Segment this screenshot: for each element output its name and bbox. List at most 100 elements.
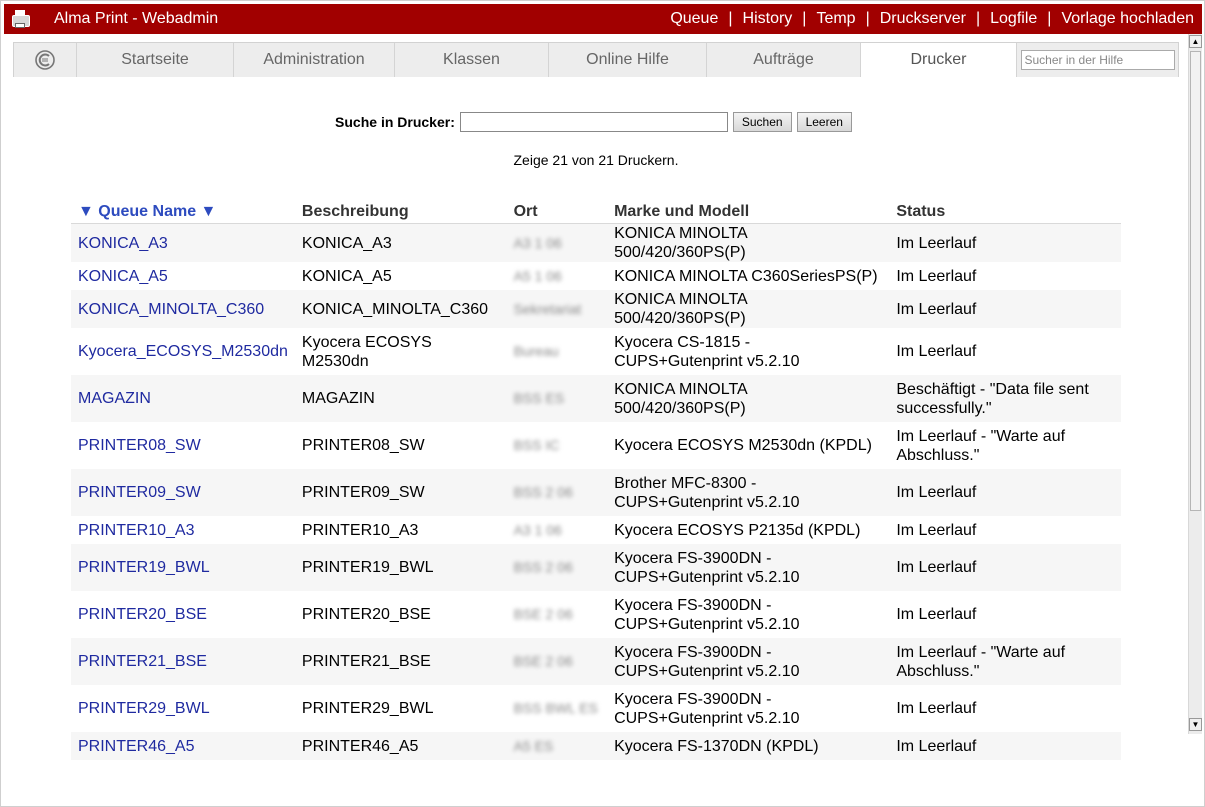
top-navigation: Queue | History | Temp | Druckserver | Logfile | V… (670, 10, 1202, 28)
tab-auftraege[interactable]: Aufträge (707, 43, 861, 77)
printer-icon (10, 9, 32, 29)
tab-klassen[interactable]: Klassen (395, 43, 549, 77)
queue-name-link[interactable]: PRINTER09_SW (71, 469, 295, 516)
table-row: PRINTER21_BSE PRINTER21_BSE BSE 2 06 Kyocer… (71, 638, 1121, 685)
status-cell: Im Leerlauf (896, 521, 977, 539)
location-cell: BSS 2 06 (507, 469, 607, 516)
queue-name-link[interactable]: KONICA_MINOLTA_C360 (71, 290, 295, 328)
status-cell: Im Leerlauf - "Warte auf Abschluss." (896, 427, 1066, 464)
location-value: A3 1 06 (513, 234, 562, 251)
description-cell: PRINTER19_BWL (301, 559, 434, 576)
queue-name-link[interactable]: PRINTER08_SW (71, 422, 295, 469)
app-title: Alma Print - Webadmin (54, 10, 219, 27)
nav-link-queue[interactable]: Queue (670, 10, 718, 28)
tab-administration[interactable]: Administration (234, 43, 395, 77)
make-model-cell: Kyocera FS-1370DN (KPDL) (614, 737, 819, 755)
location-cell: BSS ES (507, 375, 607, 422)
result-count: Zeige 21 von 21 Druckern. (513, 152, 679, 168)
nav-link-vorlage-hochladen[interactable]: Vorlage hochladen (1061, 10, 1194, 28)
queue-name-link[interactable]: KONICA_A5 (71, 262, 295, 290)
nav-separator: | (975, 10, 981, 27)
description-cell: PRINTER08_SW (301, 437, 425, 454)
search-button[interactable]: Suchen (732, 112, 792, 132)
nav-link-temp[interactable]: Temp (816, 10, 855, 28)
printer-search-input[interactable] (459, 112, 728, 132)
search-label: Suche in Drucker: (335, 114, 455, 130)
tab-bar: Startseite Administration Klassen Online… (13, 42, 1179, 77)
location-cell: BSE 2 06 (507, 591, 607, 638)
location-cell: Bureau (507, 328, 607, 375)
table-row: KONICA_A5 KONICA_A5 A5 1 06 KONICA MINOLTA … (71, 262, 1121, 290)
make-model-cell: KONICA MINOLTA C360SeriesPS(P) (614, 267, 878, 285)
table-row: KONICA_MINOLTA_C360 KONICA_MINOLTA_C360 Se… (71, 290, 1121, 328)
location-cell: A3 1 06 (507, 224, 607, 263)
make-model-cell: Brother MFC-8300 - CUPS+Gutenprint v5.2.… (614, 474, 800, 511)
location-cell: BSS IC (507, 422, 607, 469)
table-row: PRINTER19_BWL PRINTER19_BWL BSS 2 06 Kyocer… (71, 544, 1121, 591)
help-search-input[interactable] (1020, 50, 1175, 70)
status-cell: Im Leerlauf (896, 343, 977, 360)
vertical-scrollbar[interactable]: ▲ ▼ (1188, 34, 1202, 734)
nav-link-logfile[interactable]: Logfile (990, 10, 1037, 28)
status-cell: Im Leerlauf (896, 606, 977, 623)
table-row: Kyocera_ECOSYS_M2530dn Kyocera ECOSYS M25… (71, 328, 1121, 375)
scroll-down-icon[interactable]: ▼ (1189, 718, 1202, 731)
location-cell: Sekretariat (507, 290, 607, 328)
make-model-cell: KONICA MINOLTA 500/420/360PS(P) (614, 225, 747, 261)
description-cell: Kyocera ECOSYS M2530dn (301, 333, 432, 370)
description-cell: PRINTER21_BSE (301, 653, 431, 670)
scroll-up-icon[interactable]: ▲ (1189, 35, 1202, 48)
make-model-cell: Kyocera FS-3900DN - CUPS+Gutenprint v5.2… (614, 643, 800, 680)
location-value: BSS ES (513, 390, 565, 406)
nav-link-history[interactable]: History (743, 10, 793, 28)
browser-window: Alma Print - Webadmin Queue | History | Temp… (0, 0, 1205, 807)
column-header-status: Status (889, 197, 1121, 224)
queue-name-link[interactable]: PRINTER20_BSE (71, 591, 295, 638)
tab-drucker[interactable]: Drucker (861, 43, 1017, 77)
cups-logo-icon[interactable] (14, 43, 77, 77)
tab-online-hilfe[interactable]: Online Hilfe (549, 43, 707, 77)
queue-name-link[interactable]: PRINTER29_BWL (71, 685, 295, 732)
nav-link-druckserver[interactable]: Druckserver (880, 10, 966, 28)
scrollbar-thumb[interactable] (1190, 51, 1201, 511)
location-value: A5 ES (513, 737, 554, 754)
description-cell: PRINTER20_BSE (301, 606, 431, 623)
table-row: PRINTER10_A3 PRINTER10_A3 A3 1 06 Kyocera E… (71, 516, 1121, 544)
column-header-ort: Ort (506, 197, 608, 224)
location-cell: A5 ES (507, 732, 607, 760)
make-model-cell: KONICA MINOLTA 500/420/360PS(P) (614, 380, 747, 417)
clear-button[interactable]: Leeren (796, 112, 852, 132)
nav-separator: | (865, 10, 870, 27)
location-value: BSE 2 06 (513, 606, 573, 622)
queue-name-link[interactable]: PRINTER19_BWL (71, 544, 295, 591)
table-row: PRINTER46_A5 PRINTER46_A5 A5 ES Kyocera FS-… (71, 732, 1121, 760)
tab-startseite[interactable]: Startseite (77, 43, 234, 77)
printer-table: ▼ Queue Name ▼ Beschreibung Ort Marke un… (71, 197, 1121, 760)
description-cell: KONICA_MINOLTA_C360 (301, 300, 489, 318)
location-value: BSE 2 06 (513, 653, 573, 669)
description-cell: PRINTER10_A3 (301, 521, 419, 539)
make-model-cell: Kyocera FS-3900DN - CUPS+Gutenprint v5.2… (614, 596, 800, 633)
status-cell: Im Leerlauf (896, 300, 977, 318)
queue-name-link[interactable]: PRINTER46_A5 (71, 732, 295, 760)
queue-name-link[interactable]: Kyocera_ECOSYS_M2530dn (71, 328, 295, 375)
make-model-cell: Kyocera CS-1815 - CUPS+Gutenprint v5.2.1… (614, 333, 800, 370)
nav-separator: | (728, 10, 733, 27)
queue-name-link[interactable]: PRINTER10_A3 (71, 516, 295, 544)
column-header-beschreibung: Beschreibung (294, 197, 507, 224)
title-bar: Alma Print - Webadmin Queue | History | Temp… (4, 4, 1202, 34)
nav-separator: | (802, 10, 807, 27)
table-row: PRINTER20_BSE PRINTER20_BSE BSE 2 06 Kyocer… (71, 591, 1121, 638)
location-value: BSS 2 06 (513, 559, 573, 575)
table-row: KONICA_A3 KONICA_A3 A3 1 06 KONICA MINOLTA … (71, 223, 1121, 263)
queue-name-link[interactable]: MAGAZIN (71, 375, 295, 422)
queue-name-link[interactable]: KONICA_A3 (71, 224, 295, 263)
column-header-marke-modell: Marke und Modell (607, 197, 890, 224)
help-search (1017, 43, 1178, 77)
status-cell: Im Leerlauf (896, 559, 977, 576)
make-model-cell: Kyocera FS-3900DN - CUPS+Gutenprint v5.2… (614, 690, 800, 727)
queue-name-link[interactable]: PRINTER21_BSE (71, 638, 295, 685)
status-cell: Im Leerlauf (896, 484, 977, 501)
make-model-cell: Kyocera ECOSYS M2530dn (KPDL) (614, 437, 872, 454)
column-header-queue-name[interactable]: ▼ Queue Name ▼ (71, 197, 295, 224)
